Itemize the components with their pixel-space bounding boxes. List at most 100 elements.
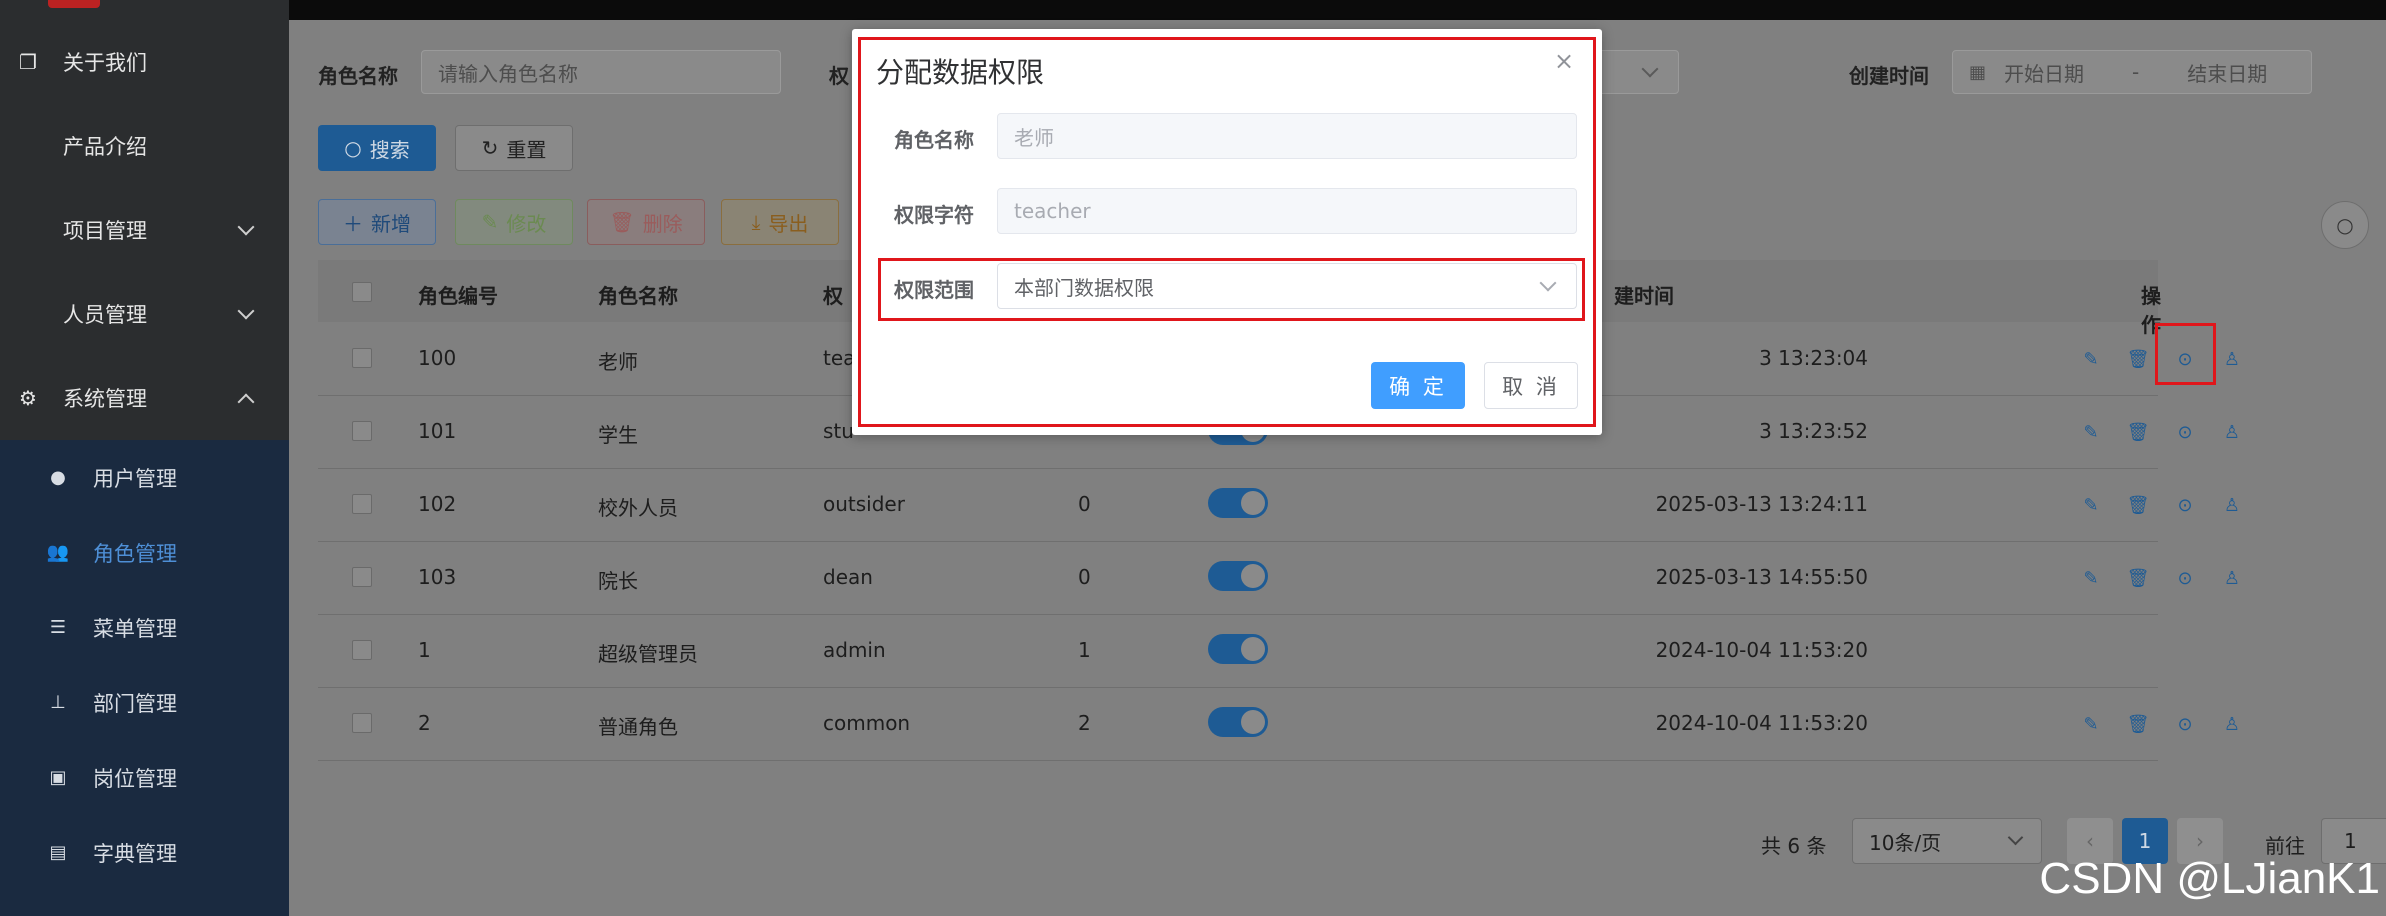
row-checkbox[interactable] xyxy=(352,348,372,368)
row-operations: ✎ 🗑 ⊙ ♙ xyxy=(2078,419,2266,445)
sidebar-item-user-management[interactable]: ● 用户管理 xyxy=(0,440,289,515)
status-toggle[interactable] xyxy=(1208,561,1268,591)
header-created-time: 建时间 xyxy=(1614,284,1674,308)
row-checkbox[interactable] xyxy=(352,421,372,441)
reset-button[interactable]: ↻ 重置 xyxy=(455,125,573,171)
edit-icon[interactable]: ✎ xyxy=(2078,565,2104,591)
user-icon: ● xyxy=(50,467,66,488)
trash-icon[interactable]: 🗑 xyxy=(2125,419,2151,445)
sidebar-item-label: 项目管理 xyxy=(63,219,147,243)
user-icon[interactable]: ♙ xyxy=(2219,346,2245,372)
user-icon[interactable]: ♙ xyxy=(2219,419,2245,445)
row-operations: ✎ 🗑 ⊙ ♙ xyxy=(2078,565,2266,591)
page-number-label: 1 xyxy=(2138,829,2152,853)
trash-icon[interactable]: 🗑 xyxy=(2125,711,2151,737)
edit-button[interactable]: ✎ 修改 xyxy=(455,199,573,245)
check-circle-icon[interactable]: ⊙ xyxy=(2172,419,2198,445)
user-icon[interactable]: ♙ xyxy=(2219,492,2245,518)
sidebar: ❐ 关于我们 产品介绍 项目管理 人员管理 ⚙ 系统管理 ● 用户管理 👥 角色… xyxy=(0,0,289,916)
cell-role-id: 103 xyxy=(418,565,457,589)
add-button[interactable]: ＋ 新增 xyxy=(318,199,436,245)
watermark-text: CSDN @LJianK1 xyxy=(2039,854,2380,903)
page-size-select[interactable]: 10条/页 xyxy=(1852,818,2042,864)
cell-sort: 2 xyxy=(1078,711,1091,735)
perm-filter-label: 权 xyxy=(829,64,849,88)
chevron-up-icon xyxy=(237,393,255,411)
trash-icon: 🗑 xyxy=(609,210,635,234)
sidebar-item-label: 人员管理 xyxy=(63,303,147,327)
sidebar-item-personnel[interactable]: 人员管理 xyxy=(0,272,289,356)
sidebar-item-about[interactable]: ❐ 关于我们 xyxy=(0,20,289,104)
trash-icon[interactable]: 🗑 xyxy=(2125,346,2151,372)
status-filter-select[interactable] xyxy=(1589,50,1679,94)
sidebar-item-label: 用户管理 xyxy=(93,466,177,491)
end-date-input[interactable]: 结束日期 xyxy=(2187,58,2267,87)
delete-button[interactable]: 🗑 删除 xyxy=(587,199,705,245)
sidebar-item-label: 产品介绍 xyxy=(63,135,147,159)
trash-icon[interactable]: 🗑 xyxy=(2125,492,2151,518)
row-checkbox[interactable] xyxy=(352,567,372,587)
status-toggle[interactable] xyxy=(1208,634,1268,664)
status-toggle[interactable] xyxy=(1208,707,1268,737)
cell-perm-key: tea xyxy=(823,346,856,370)
cell-created-time: 2024-10-04 11:53:20 xyxy=(1655,638,1868,662)
role-name-filter-input[interactable]: 请输入角色名称 xyxy=(421,50,781,94)
sidebar-item-post-management[interactable]: ▣ 岗位管理 xyxy=(0,740,289,815)
chevron-down-icon xyxy=(237,218,255,236)
check-circle-icon[interactable]: ⊙ xyxy=(2172,565,2198,591)
cell-sort: 0 xyxy=(1078,492,1091,516)
download-icon: ⤓ xyxy=(751,210,761,234)
top-navbar xyxy=(289,0,2386,20)
date-range-picker[interactable]: ▦ 开始日期 - 结束日期 xyxy=(1952,50,2312,94)
sidebar-item-label: 部门管理 xyxy=(93,691,177,716)
file-copy-icon: ❐ xyxy=(19,50,37,74)
row-checkbox[interactable] xyxy=(352,640,372,660)
status-toggle[interactable] xyxy=(1208,488,1268,518)
cell-perm-key: stu xyxy=(823,419,854,443)
highlight-box-data-permission-op xyxy=(2155,323,2216,385)
sidebar-item-products[interactable]: 产品介绍 xyxy=(0,104,289,188)
start-date-input[interactable]: 开始日期 xyxy=(2004,58,2084,87)
toggle-search-button[interactable]: ○ xyxy=(2321,201,2369,249)
sidebar-item-projects[interactable]: 项目管理 xyxy=(0,188,289,272)
row-checkbox[interactable] xyxy=(352,494,372,514)
cell-perm-key: common xyxy=(823,711,911,735)
select-all-checkbox[interactable] xyxy=(352,282,372,302)
sidebar-item-role-management[interactable]: 👥 角色管理 xyxy=(0,515,289,590)
refresh-icon: ↻ xyxy=(481,136,499,160)
sidebar-item-menu-management[interactable]: ☰ 菜单管理 xyxy=(0,590,289,665)
cell-role-name: 老师 xyxy=(598,350,638,374)
edit-icon[interactable]: ✎ xyxy=(2078,419,2104,445)
delete-button-label: 删除 xyxy=(642,211,683,236)
trash-icon[interactable]: 🗑 xyxy=(2125,565,2151,591)
pagination-total: 共 6 条 xyxy=(1761,834,1827,858)
export-button[interactable]: ⤓ 导出 xyxy=(721,199,839,245)
reset-button-label: 重置 xyxy=(506,137,547,162)
post-icon: ▣ xyxy=(49,767,67,788)
check-circle-icon[interactable]: ⊙ xyxy=(2172,711,2198,737)
cell-role-id: 100 xyxy=(418,346,457,370)
search-button[interactable]: ○ 搜索 xyxy=(318,125,436,171)
cell-created-time: 2025-03-13 13:24:11 xyxy=(1655,492,1868,516)
chevron-down-icon xyxy=(237,302,255,320)
edit-icon[interactable]: ✎ xyxy=(2078,492,2104,518)
created-time-filter-label: 创建时间 xyxy=(1849,64,1929,88)
chevron-right-icon: › xyxy=(2196,829,2204,853)
check-circle-icon[interactable]: ⊙ xyxy=(2172,492,2198,518)
row-checkbox[interactable] xyxy=(352,713,372,733)
sidebar-item-system[interactable]: ⚙ 系统管理 xyxy=(0,356,289,440)
table-row: 1 超级管理员 admin 1 2024-10-04 11:53:20 xyxy=(318,614,2158,688)
user-icon[interactable]: ♙ xyxy=(2219,565,2245,591)
cell-perm-key: admin xyxy=(823,638,886,662)
sidebar-item-label: 菜单管理 xyxy=(93,616,177,641)
edit-icon[interactable]: ✎ xyxy=(2078,346,2104,372)
sidebar-item-label: 关于我们 xyxy=(63,51,147,75)
edit-icon[interactable]: ✎ xyxy=(2078,711,2104,737)
cell-sort: 1 xyxy=(1078,638,1091,662)
sidebar-item-dict-management[interactable]: ▤ 字典管理 xyxy=(0,815,289,890)
sidebar-item-label: 系统管理 xyxy=(63,387,147,411)
user-icon[interactable]: ♙ xyxy=(2219,711,2245,737)
cell-created-time: 2025-03-13 14:55:50 xyxy=(1655,565,1868,589)
cell-role-name: 超级管理员 xyxy=(598,642,698,666)
sidebar-item-dept-management[interactable]: ⊥ 部门管理 xyxy=(0,665,289,740)
